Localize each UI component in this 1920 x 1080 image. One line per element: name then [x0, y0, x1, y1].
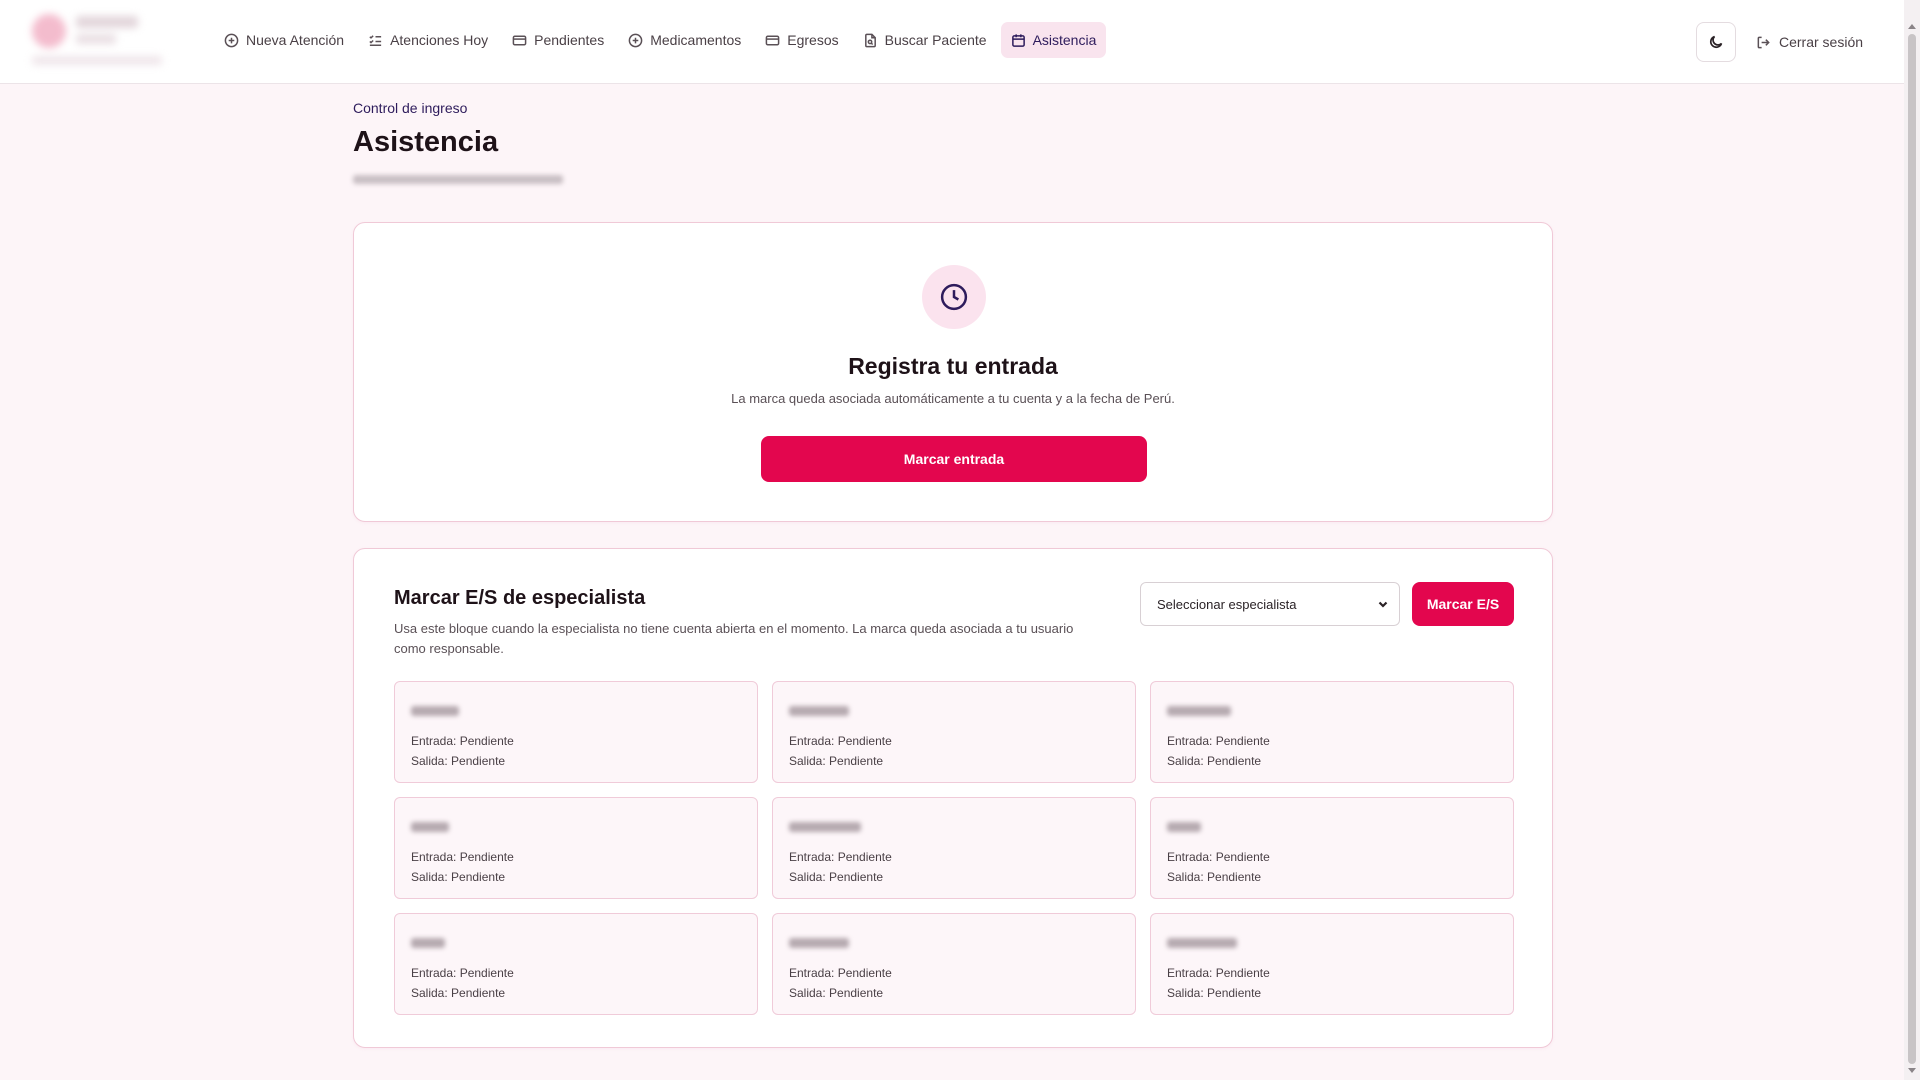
specialist-name-redacted: [789, 936, 849, 948]
logo-mark: [32, 14, 66, 48]
nav-item-atenciones-hoy[interactable]: Atenciones Hoy: [358, 22, 498, 58]
exit-status: Salida: Pendiente: [411, 754, 506, 768]
exit-status: Salida: Pendiente: [1167, 870, 1262, 884]
list-checks-icon: [369, 34, 382, 46]
exit-status: Salida: Pendiente: [411, 870, 506, 884]
nav-item-label: Egresos: [787, 32, 839, 48]
exit-status: Salida: Pendiente: [1167, 754, 1262, 768]
scroll-up-icon[interactable]: [1908, 24, 1916, 29]
logout-button[interactable]: Cerrar sesión: [1756, 28, 1863, 56]
entry-status: Entrada: Pendiente: [789, 734, 892, 748]
nav-item-label: Buscar Paciente: [884, 32, 987, 48]
exit-status: Salida: Pendiente: [411, 986, 506, 1000]
specialist-item[interactable]: Entrada: Pendiente Salida: Pendiente: [1150, 681, 1514, 783]
specialist-name-redacted: [789, 820, 861, 832]
specialist-name-redacted: [411, 704, 459, 716]
page-eyebrow: Control de ingreso: [353, 100, 468, 116]
specialist-item[interactable]: Entrada: Pendiente Salida: Pendiente: [772, 681, 1136, 783]
card-icon: [512, 35, 527, 45]
entry-description: La marca queda asociada automáticamente …: [731, 391, 1175, 406]
page-title: Asistencia: [353, 126, 499, 158]
exit-status: Salida: Pendiente: [789, 754, 884, 768]
nav-item-egresos[interactable]: Egresos: [755, 22, 848, 58]
nav-item-medicamentos[interactable]: Medicamentos: [618, 22, 751, 58]
specialist-item[interactable]: Entrada: Pendiente Salida: Pendiente: [394, 797, 758, 899]
specialist-card: Marcar E/S de especialista Usa este bloq…: [353, 548, 1553, 1048]
specialist-item[interactable]: Entrada: Pendiente Salida: Pendiente: [772, 797, 1136, 899]
entry-status: Entrada: Pendiente: [411, 966, 514, 980]
specialist-item[interactable]: Entrada: Pendiente Salida: Pendiente: [772, 913, 1136, 1015]
specialist-item[interactable]: Entrada: Pendiente Salida: Pendiente: [394, 913, 758, 1015]
specialist-name-redacted: [411, 936, 445, 948]
nav-item-buscar-paciente[interactable]: Buscar Paciente: [853, 22, 997, 58]
mark-entry-button[interactable]: Marcar entrada: [761, 436, 1147, 482]
specialist-name-redacted: [1167, 936, 1237, 948]
specialist-select[interactable]: Seleccionar especialista: [1140, 582, 1400, 626]
specialist-item[interactable]: Entrada: Pendiente Salida: Pendiente: [1150, 913, 1514, 1015]
specialist-title: Marcar E/S de especialista: [394, 587, 646, 609]
entry-title: Registra tu entrada: [848, 353, 1058, 379]
nav-item-label: Asistencia: [1032, 32, 1097, 48]
file-search-icon: [864, 33, 876, 47]
exit-status: Salida: Pendiente: [1167, 986, 1262, 1000]
entry-card: Registra tu entrada La marca queda asoci…: [353, 222, 1553, 522]
logout-icon: [1757, 36, 1770, 48]
clock-badge: [922, 265, 986, 329]
nav-item-asistencia[interactable]: Asistencia: [1000, 22, 1107, 58]
plus-circle-icon: [628, 33, 643, 47]
chevron-down-icon: [1377, 598, 1389, 610]
specialist-item[interactable]: Entrada: Pendiente Salida: Pendiente: [394, 681, 758, 783]
top-navigation-bar: Nueva Atención Atenciones Hoy Pendientes…: [0, 0, 1904, 84]
page-scrollbar[interactable]: [1904, 0, 1920, 1080]
entry-status: Entrada: Pendiente: [1167, 966, 1270, 980]
logout-label: Cerrar sesión: [1779, 34, 1864, 50]
entry-status: Entrada: Pendiente: [1167, 850, 1270, 864]
nav-item-label: Atenciones Hoy: [390, 32, 489, 48]
specialist-name-redacted: [411, 820, 449, 832]
specialist-name-redacted: [789, 704, 849, 716]
nav-item-label: Medicamentos: [650, 32, 742, 48]
main-nav: Nueva Atención Atenciones Hoy Pendientes…: [214, 22, 1107, 58]
plus-circle-icon: [224, 33, 239, 47]
nav-item-label: Nueva Atención: [246, 32, 345, 48]
specialist-grid: Entrada: Pendiente Salida: Pendiente Ent…: [394, 681, 1514, 1015]
card-icon: [765, 35, 780, 45]
exit-status: Salida: Pendiente: [789, 986, 884, 1000]
specialist-name-redacted: [1167, 704, 1231, 716]
theme-toggle-button[interactable]: [1696, 22, 1736, 62]
nav-item-nueva-atencion[interactable]: Nueva Atención: [214, 22, 354, 58]
nav-item-label: Pendientes: [534, 32, 605, 48]
page-subtitle-redacted: [353, 172, 563, 186]
exit-status: Salida: Pendiente: [789, 870, 884, 884]
clock-icon: [940, 283, 968, 311]
moon-icon: [1709, 35, 1723, 49]
specialist-description: Usa este bloque cuando la especialista n…: [394, 621, 1074, 656]
specialist-name-redacted: [1167, 820, 1201, 832]
entry-status: Entrada: Pendiente: [411, 850, 514, 864]
entry-status: Entrada: Pendiente: [1167, 734, 1270, 748]
calendar-icon: [1011, 33, 1025, 47]
brand-logo[interactable]: [32, 14, 172, 70]
scroll-down-icon[interactable]: [1908, 1068, 1916, 1073]
mark-es-button[interactable]: Marcar E/S: [1412, 582, 1514, 626]
entry-status: Entrada: Pendiente: [789, 850, 892, 864]
specialist-select-value: Seleccionar especialista: [1157, 596, 1297, 612]
specialist-item[interactable]: Entrada: Pendiente Salida: Pendiente: [1150, 797, 1514, 899]
nav-item-pendientes[interactable]: Pendientes: [502, 22, 614, 58]
entry-status: Entrada: Pendiente: [411, 734, 514, 748]
entry-status: Entrada: Pendiente: [789, 966, 892, 980]
scroll-thumb[interactable]: [1908, 34, 1916, 1064]
